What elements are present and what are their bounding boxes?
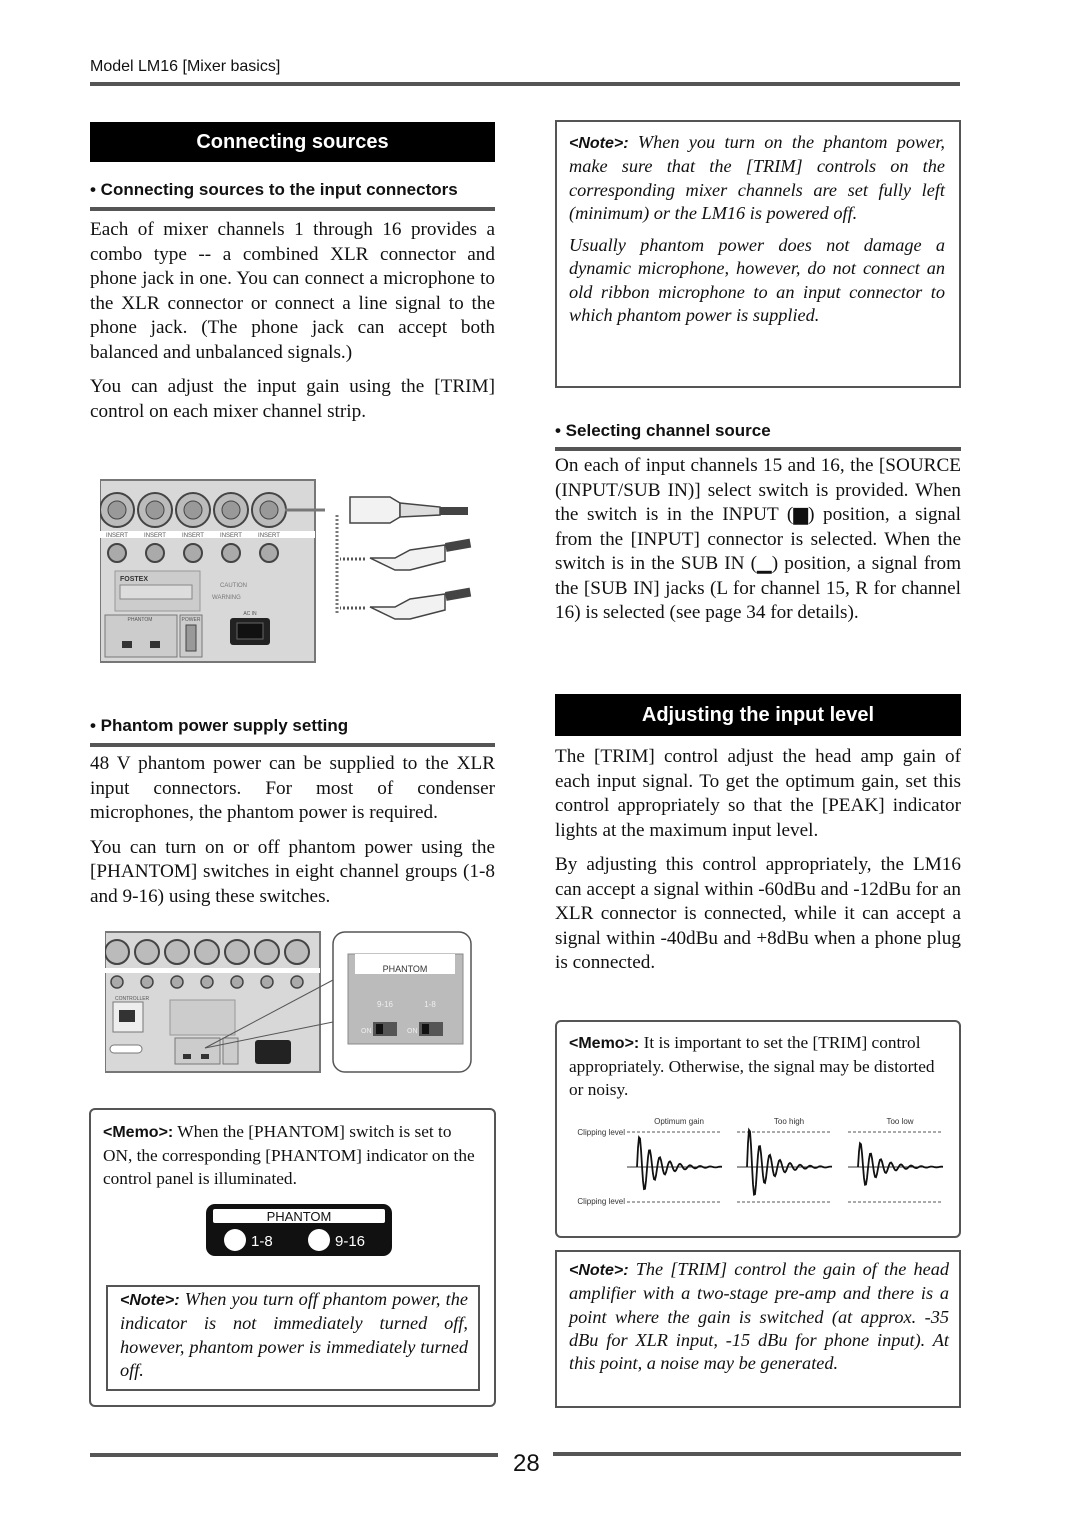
svg-text:ON: ON — [407, 1028, 418, 1035]
svg-text:WARNING: WARNING — [212, 595, 241, 601]
damped-waveform — [636, 1135, 723, 1191]
footer-rule-left — [90, 1453, 498, 1457]
waveform-label: Optimum gain — [654, 1117, 704, 1126]
svg-text:CAUTION: CAUTION — [220, 583, 247, 589]
xlr-plug — [349, 496, 468, 524]
paragraph: You can adjust the input gain using the … — [90, 376, 495, 422]
clipping-level-label-top: Clipping level — [577, 1128, 625, 1137]
paragraph: Each of mixer channels 1 through 16 prov… — [90, 219, 495, 363]
svg-text:INSERT: INSERT — [258, 533, 280, 539]
subhead-input-connectors: • Connecting sources to the input connec… — [90, 180, 458, 199]
gain-waveforms-figure: Clipping level Clipping level Optimum ga… — [577, 1117, 944, 1206]
note-label: <Note>: — [120, 1292, 180, 1309]
input-connectors-text: Each of mixer channels 1 through 16 prov… — [90, 218, 495, 434]
waveform-panel: Too low — [848, 1117, 944, 1203]
svg-text:INSERT: INSERT — [106, 533, 128, 539]
clipping-level-label-bottom: Clipping level — [577, 1197, 625, 1206]
waveform-panel: Optimum gain — [627, 1117, 723, 1203]
insert-labels: INSERT INSERT INSERT INSERT INSERT — [100, 531, 315, 539]
stereo-phone-plug — [340, 587, 472, 620]
indicator-label-1-8: 1-8 — [251, 1233, 273, 1250]
subhead-rule — [90, 207, 495, 211]
input-level-text: The [TRIM] control adjust the head amp g… — [555, 745, 961, 986]
mono-phone-plug — [340, 538, 472, 571]
svg-text:INSERT: INSERT — [144, 533, 166, 539]
svg-text:AC IN: AC IN — [243, 611, 257, 617]
svg-text:ON: ON — [361, 1028, 372, 1035]
section-title-adjusting-input-level: Adjusting the input level — [555, 694, 961, 736]
subhead-rule — [90, 743, 495, 747]
subhead-rule — [555, 447, 961, 451]
channel-source-text: On each of input channels 15 and 16, the… — [555, 455, 961, 623]
svg-text:9-16: 9-16 — [377, 1000, 394, 1009]
memo-trim-text: <Memo>: It is important to set the [TRIM… — [569, 1033, 935, 1099]
svg-text:INSERT: INSERT — [182, 533, 204, 539]
damped-waveform — [746, 1127, 833, 1196]
svg-text:FOSTEX: FOSTEX — [120, 576, 148, 583]
svg-text:POWER: POWER — [182, 617, 201, 623]
svg-text:PHANTOM: PHANTOM — [128, 617, 153, 623]
footer-rule-right — [553, 1452, 961, 1456]
subhead-channel-source: • Selecting channel source — [555, 421, 771, 440]
memo-phantom-text: <Memo>: When the [PHANTOM] switch is set… — [103, 1122, 475, 1188]
waveform-panel: Too high — [737, 1117, 833, 1203]
svg-text:PHANTOM: PHANTOM — [383, 964, 428, 974]
note-label: <Note>: — [569, 135, 629, 152]
phantom-switch-figure: CONTROLLER PHANTOM 9-16 1-8 ON ON — [105, 931, 472, 1073]
paragraph: 48 V phantom power can be supplied to th… — [90, 753, 495, 823]
note-phantom-on-text: <Note>: When you turn on the phantom pow… — [569, 132, 945, 326]
indicator-title: PHANTOM — [267, 1209, 332, 1224]
header-rule — [90, 82, 960, 86]
damped-waveform — [857, 1141, 944, 1186]
note-label: <Note>: — [569, 1262, 629, 1279]
waveform-label: Too low — [886, 1117, 913, 1126]
running-head: Model LM16 [Mixer basics] — [90, 58, 281, 75]
svg-text:INSERT: INSERT — [220, 533, 242, 539]
page-number: 28 — [513, 1450, 540, 1477]
indicator-label-9-16: 9-16 — [335, 1233, 365, 1250]
svg-text:CONTROLLER: CONTROLLER — [115, 996, 150, 1002]
phantom-indicator-figure: PHANTOM 1-8 9-16 — [206, 1204, 392, 1256]
note-trim-text: <Note>: The [TRIM] control the gain of t… — [569, 1259, 949, 1374]
rear-panel-connection-figure: INSERT INSERT INSERT INSERT INSERT FOSTE… — [100, 479, 472, 663]
indicator-led-1-8 — [224, 1229, 246, 1251]
paragraph: The [TRIM] control adjust the head amp g… — [555, 746, 961, 841]
paragraph: You can turn on or off phantom power usi… — [90, 836, 495, 907]
paragraph: By adjusting this control appropriately,… — [555, 854, 961, 973]
phantom-power-text: 48 V phantom power can be supplied to th… — [90, 752, 495, 919]
subhead-phantom-power: • Phantom power supply setting — [90, 716, 349, 735]
indicator-led-9-16 — [308, 1229, 330, 1251]
note-phantom-off-text: <Note>: When you turn off phantom power,… — [120, 1289, 468, 1380]
memo-label: <Memo>: — [103, 1124, 174, 1141]
waveform-label: Too high — [774, 1117, 804, 1126]
memo-label: <Memo>: — [569, 1035, 640, 1052]
xlr-combo-jacks — [100, 492, 287, 528]
section-title-connecting-sources: Connecting sources — [90, 122, 495, 162]
svg-text:1-8: 1-8 — [424, 1000, 436, 1009]
